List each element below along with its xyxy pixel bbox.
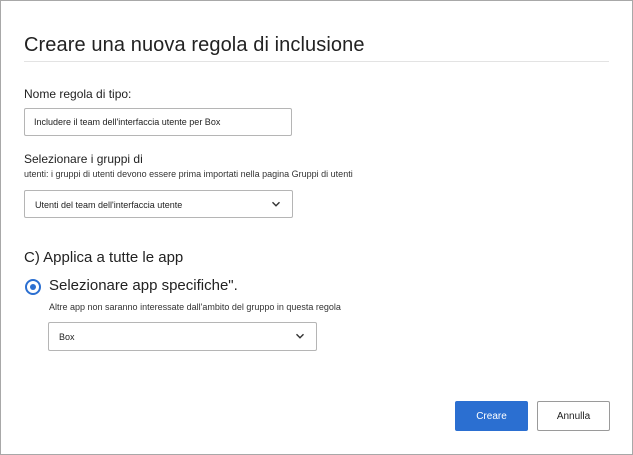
all-apps-option[interactable]: C) Applica a tutte le app [24,249,183,266]
specific-apps-radio[interactable] [25,279,41,295]
create-button[interactable]: Creare [455,401,528,431]
specific-apps-hint: Altre app non saranno interessate dall'a… [49,302,341,312]
cancel-button[interactable]: Annulla [537,401,610,431]
app-selected-value: Box [59,332,75,342]
app-dropdown[interactable]: Box [48,322,317,351]
title-divider [24,61,609,62]
chevron-down-icon [296,333,304,339]
create-inclusion-rule-dialog: Creare una nuova regola di inclusione No… [0,0,633,455]
user-groups-selected-value: Utenti del team dell'interfaccia utente [35,200,183,210]
rule-name-label: Nome regola di tipo: [24,87,132,101]
user-groups-hint: utenti: i gruppi di utenti devono essere… [24,169,353,179]
specific-apps-label[interactable]: Selezionare app specifiche". [49,277,238,294]
dialog-title: Creare una nuova regola di inclusione [24,34,365,56]
user-groups-dropdown[interactable]: Utenti del team dell'interfaccia utente [24,190,293,218]
chevron-down-icon [272,201,280,207]
rule-name-input[interactable] [24,108,292,136]
user-groups-label: Selezionare i gruppi di [24,152,143,166]
